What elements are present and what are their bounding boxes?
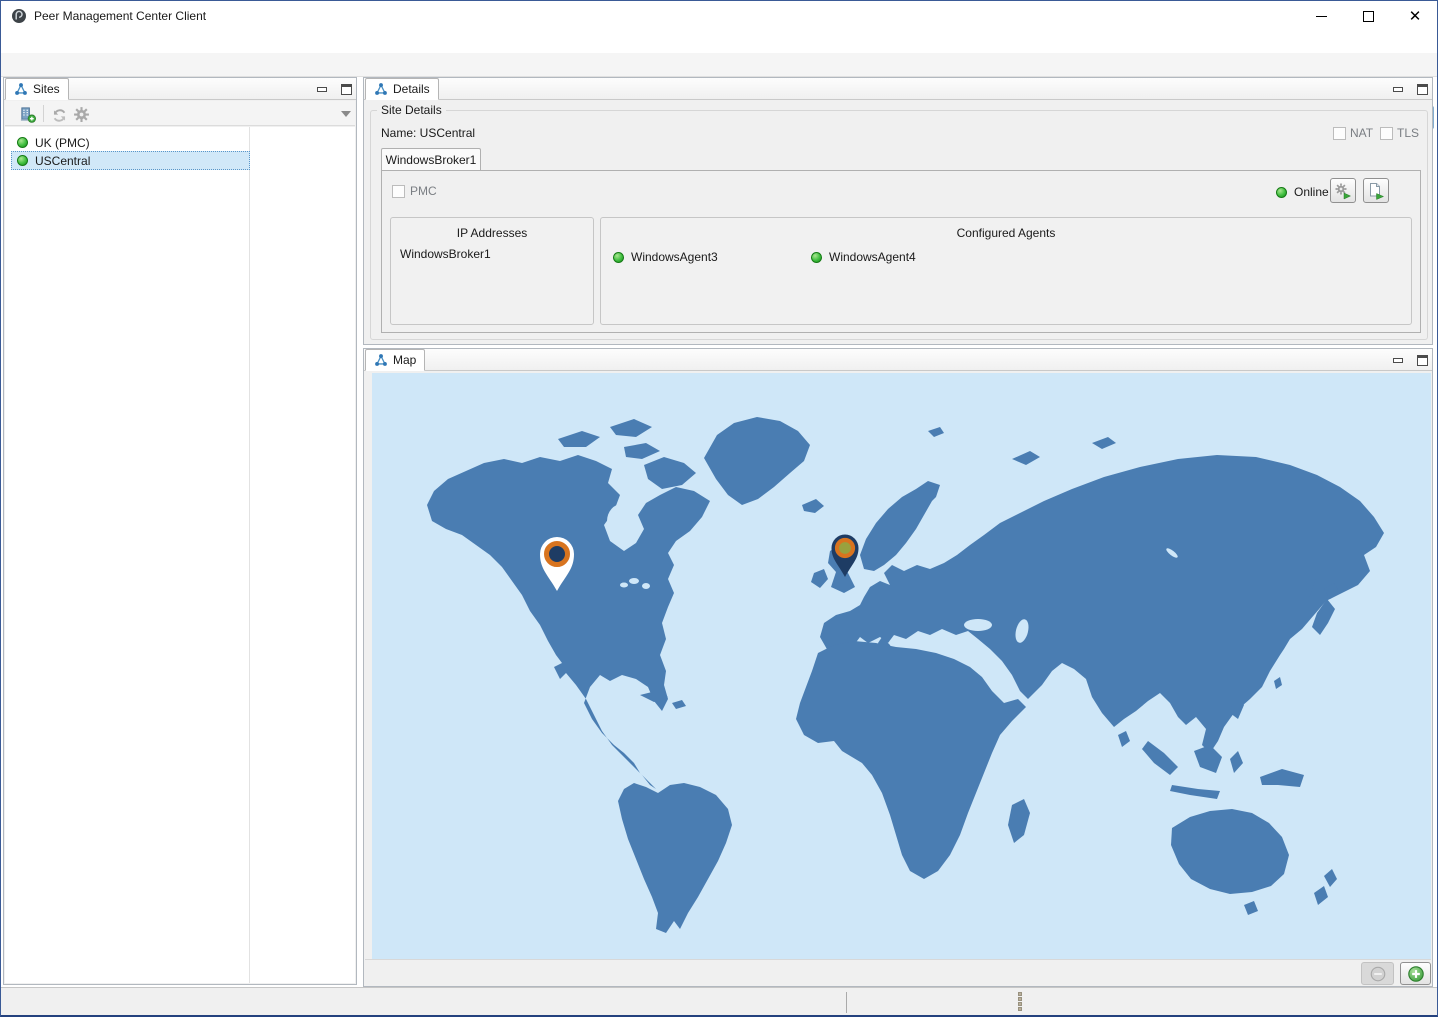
site-settings-button-disabled[interactable]: [71, 104, 91, 124]
statusbar-separator: [846, 992, 847, 1013]
tls-checkbox[interactable]: [1380, 127, 1393, 140]
details-tab-label: Details: [393, 82, 430, 96]
sites-panel-header: Sites: [4, 78, 356, 100]
sites-tab-label: Sites: [33, 82, 60, 96]
tab-windowsbroker1[interactable]: WindowsBroker1: [381, 148, 481, 171]
network-triangle-icon: [374, 82, 388, 96]
site-details-group: Site Details Name: USCentral NAT TLS Win…: [370, 110, 1428, 340]
broker-tab-label: WindowsBroker1: [386, 153, 477, 167]
map-panel: Map: [363, 348, 1433, 987]
world-map[interactable]: [372, 373, 1431, 959]
statusbar-grip[interactable]: [1018, 992, 1022, 1011]
map-footer-bar: [365, 959, 1431, 986]
title-bar: Peer Management Center Client ✕: [1, 1, 1437, 31]
main-toolbar: [1, 53, 1437, 77]
site-label: UK (PMC): [35, 136, 90, 150]
sync-sites-button-disabled[interactable]: [49, 105, 69, 125]
nat-label: NAT: [1350, 126, 1373, 140]
site-details-group-title: Site Details: [377, 103, 446, 117]
broker-status-row: Online: [1276, 185, 1329, 199]
pmc-checkbox[interactable]: [392, 185, 405, 198]
online-status-icon: [17, 155, 28, 166]
tab-details[interactable]: Details: [365, 78, 439, 100]
tls-label: TLS: [1397, 126, 1419, 140]
tls-checkbox-row: TLS: [1380, 126, 1419, 140]
online-status-icon: [811, 252, 822, 263]
nat-checkbox-row: NAT: [1333, 126, 1373, 140]
minimize-panel-button[interactable]: [1390, 353, 1406, 368]
site-row-uscentral[interactable]: USCentral: [11, 151, 250, 170]
toolbar-separator: [43, 105, 44, 122]
map-tab-label: Map: [393, 353, 416, 367]
tree-column-divider: [249, 127, 250, 983]
online-status-icon: [17, 137, 28, 148]
map-panel-header: Map: [364, 349, 1432, 371]
agent-label: WindowsAgent4: [829, 250, 916, 264]
maximize-panel-button[interactable]: [1414, 82, 1430, 97]
minimize-panel-button[interactable]: [314, 82, 330, 97]
maximize-panel-button[interactable]: [1414, 353, 1430, 368]
sites-list: UK (PMC) USCentral: [5, 127, 355, 983]
sites-toolbar: [5, 101, 355, 126]
close-window-button[interactable]: ✕: [1392, 1, 1438, 31]
details-panel: Details Site Details Name: USCentral NAT…: [363, 77, 1433, 345]
app-logo-icon: [11, 8, 27, 24]
zoom-out-icon: [1369, 965, 1387, 983]
maximize-panel-button[interactable]: [338, 82, 354, 97]
ip-addresses-group: IP Addresses WindowsBroker1: [390, 217, 594, 325]
configured-agents-group: Configured Agents WindowsAgent3 WindowsA…: [600, 217, 1412, 325]
add-site-button[interactable]: [17, 104, 37, 124]
details-panel-header: Details: [364, 78, 1432, 100]
configured-agents-title: Configured Agents: [601, 226, 1411, 240]
document-export-icon: [1367, 182, 1385, 200]
network-triangle-icon: [374, 353, 388, 367]
pmc-label: PMC: [410, 184, 437, 198]
online-label: Online: [1294, 185, 1329, 199]
app-window: Peer Management Center Client ✕ File Win…: [0, 0, 1438, 1017]
minimize-window-button[interactable]: [1298, 1, 1344, 31]
status-bar: [1, 987, 1437, 1016]
map-zoom-in-button[interactable]: [1400, 962, 1431, 985]
window-title: Peer Management Center Client: [34, 1, 206, 31]
minimize-panel-button[interactable]: [1390, 82, 1406, 97]
zoom-in-icon: [1407, 965, 1425, 983]
agent-item[interactable]: WindowsAgent4: [811, 250, 916, 264]
network-triangle-icon: [14, 82, 28, 96]
gear-run-icon: [1334, 182, 1352, 200]
nat-checkbox[interactable]: [1333, 127, 1346, 140]
map-zoom-out-button[interactable]: [1361, 962, 1394, 985]
broker-settings-button[interactable]: [1330, 178, 1356, 203]
view-menu-chevron-icon[interactable]: [341, 111, 351, 117]
tab-sites[interactable]: Sites: [5, 78, 69, 100]
agent-label: WindowsAgent3: [631, 250, 718, 264]
site-label: USCentral: [35, 154, 90, 168]
maximize-window-button[interactable]: [1345, 1, 1391, 31]
ip-addresses-title: IP Addresses: [391, 226, 593, 240]
online-status-icon: [1276, 187, 1287, 198]
menu-bar: File Window Help: [1, 31, 1437, 53]
site-name-value: Name: USCentral: [381, 126, 475, 140]
broker-tab-body: PMC Online IP Addresses WindowsBroker1: [381, 170, 1421, 333]
online-status-icon: [613, 252, 624, 263]
ip-address-entry: WindowsBroker1: [400, 247, 491, 261]
agent-item[interactable]: WindowsAgent3: [613, 250, 718, 264]
sites-panel: Sites UK (PMC): [3, 77, 357, 985]
broker-export-button[interactable]: [1363, 178, 1389, 203]
pmc-checkbox-row: PMC: [392, 184, 437, 198]
site-row-uk[interactable]: UK (PMC): [11, 133, 250, 152]
tab-map[interactable]: Map: [365, 349, 425, 371]
